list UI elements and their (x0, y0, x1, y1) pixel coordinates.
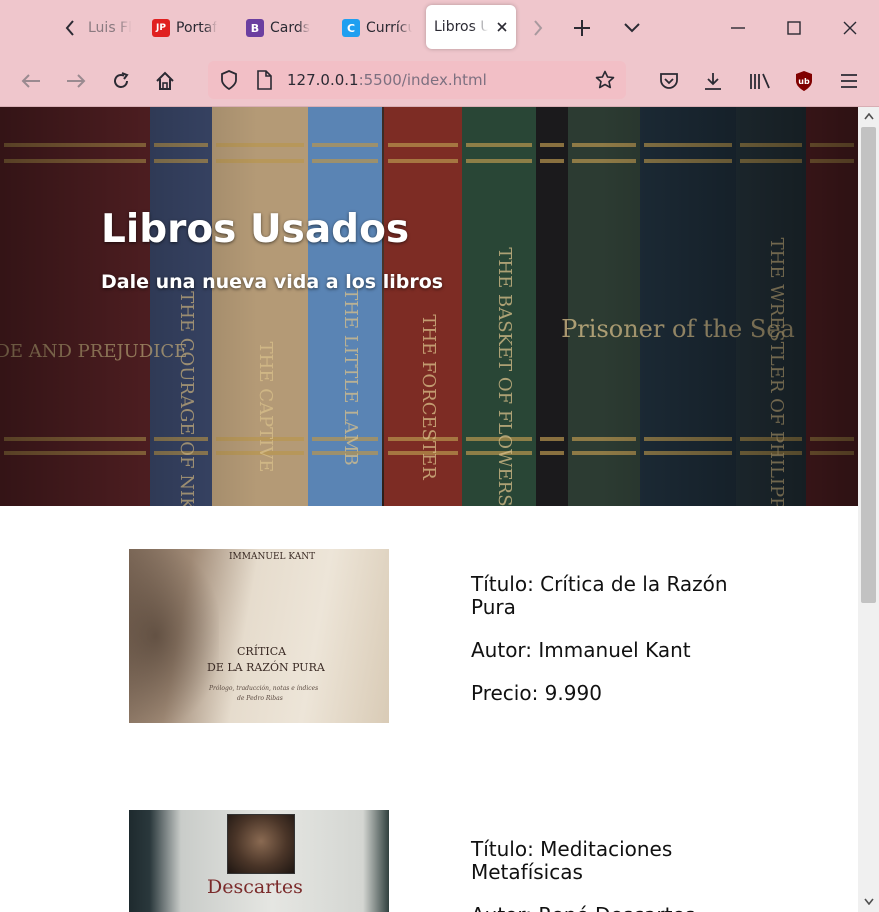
portfolio-favicon-icon: JP (152, 19, 170, 37)
back-arrow-icon (21, 74, 40, 88)
reload-icon (114, 72, 129, 88)
page-icon (257, 70, 272, 90)
maximize-icon (787, 21, 801, 35)
scroll-up-button[interactable] (862, 110, 875, 122)
tab-label: Cards (270, 20, 311, 36)
svg-text:ub: ub (798, 77, 810, 86)
bookshelf-background-image: PRIDE AND PREJUDICETHE COURAGE OF NIKATH… (0, 107, 858, 506)
app-menu-button[interactable] (837, 69, 861, 93)
cover-note-line-1: Prólogo, traducción, notas e índices (209, 685, 319, 692)
chevron-down-icon (624, 23, 640, 33)
tracking-protection-button[interactable] (218, 69, 240, 91)
close-window-button[interactable] (838, 16, 862, 40)
book-author: Autor: Immanuel Kant (471, 638, 691, 662)
scroll-down-button[interactable] (862, 895, 875, 907)
forward-arrow-icon (67, 74, 86, 88)
list-all-tabs-button[interactable] (620, 16, 644, 40)
reload-button[interactable] (109, 69, 133, 93)
cover-title-line-2: DE LA RAZÓN PURA (207, 661, 325, 674)
tab-libros-usados[interactable]: Libros U (426, 5, 516, 49)
forward-button[interactable] (64, 69, 88, 93)
hero-banner: PRIDE AND PREJUDICETHE COURAGE OF NIKATH… (0, 107, 858, 506)
tab-label: Luis Fl (88, 20, 132, 36)
page-viewport: PRIDE AND PREJUDICETHE COURAGE OF NIKATH… (0, 107, 858, 912)
hero-shade-overlay (0, 107, 858, 506)
ublock-origin-button[interactable]: ub (792, 69, 816, 93)
book-cover-image: Descartes (129, 810, 389, 912)
scroll-tabs-left-button[interactable] (58, 14, 82, 42)
tab-cards[interactable]: B Cards (238, 6, 324, 50)
url-text[interactable]: 127.0.0.1:5500/index.html (287, 71, 487, 89)
navigation-toolbar: 127.0.0.1:5500/index.html ub (0, 55, 879, 107)
tab-strip: Luis Fl JP Portaf B Cards C Currícu Libr… (0, 0, 879, 55)
library-icon (750, 73, 770, 89)
scroll-thumb[interactable] (861, 127, 876, 603)
book-title: Título: Crítica de la Razón Pura (471, 572, 728, 619)
download-icon (705, 73, 721, 90)
close-icon (843, 21, 857, 35)
book-author: Autor: René Descartes (471, 904, 761, 912)
tab-luis[interactable]: Luis Fl (80, 6, 140, 50)
book-price: Precio: 9.990 (471, 681, 602, 705)
cover-shadow (129, 549, 219, 723)
new-tab-button[interactable] (570, 16, 594, 40)
address-bar[interactable]: 127.0.0.1:5500/index.html (208, 61, 626, 99)
hero-title: Libros Usados (101, 207, 410, 252)
plus-icon (574, 20, 590, 36)
hamburger-menu-icon (841, 74, 857, 88)
minimize-icon (731, 27, 745, 29)
close-tab-icon[interactable] (496, 21, 508, 33)
home-icon (156, 71, 174, 90)
cover-author-text: Descartes (207, 876, 303, 898)
hero-subtitle: Dale una nueva vida a los libros (101, 271, 444, 293)
cover-author-text: IMMANUEL KANT (229, 552, 316, 562)
tab-portafolio[interactable]: JP Portaf (144, 6, 228, 50)
cover-title-line-1: CRÍTICA (237, 645, 287, 658)
tab-label: Libros U (434, 19, 488, 35)
star-icon (595, 70, 615, 89)
portrait-image (227, 814, 295, 874)
scroll-down-arrow-icon (863, 898, 874, 905)
home-button[interactable] (153, 69, 177, 93)
maximize-window-button[interactable] (782, 16, 806, 40)
tab-label: Currícu (366, 20, 412, 36)
scroll-up-arrow-icon (863, 112, 874, 119)
book-title: Título: Meditaciones Metafísicas (471, 837, 673, 884)
page-info-button[interactable] (253, 69, 275, 91)
book-cover-image: IMMANUEL KANT CRÍTICA DE LA RAZÓN PURA P… (129, 549, 389, 723)
ublock-shield-icon: ub (796, 71, 812, 91)
cover-note-line-2: de Pedro Ribas (237, 695, 283, 702)
downloads-button[interactable] (701, 69, 725, 93)
pocket-button[interactable] (657, 69, 681, 93)
page-scrollbar[interactable] (858, 107, 879, 912)
book-info: Título: Meditaciones Metafísicas Autor: … (471, 838, 761, 912)
scroll-tabs-right-button[interactable] (526, 14, 550, 42)
tab-label: Portaf (176, 20, 218, 36)
chevron-right-icon (534, 20, 543, 36)
back-button[interactable] (19, 69, 43, 93)
bookmark-star-button[interactable] (594, 69, 616, 91)
minimize-window-button[interactable] (726, 16, 750, 40)
url-host: 127.0.0.1 (287, 71, 359, 89)
url-path: :5500/index.html (358, 71, 487, 89)
shield-icon (221, 70, 237, 90)
tab-curriculum[interactable]: C Currícu (334, 6, 420, 50)
curriculum-favicon-icon: C (342, 19, 360, 37)
library-button[interactable] (747, 69, 773, 93)
pocket-icon (660, 73, 678, 89)
book-info: Título: Crítica de la Razón Pura Autor: … (471, 573, 761, 725)
bootstrap-favicon-icon: B (246, 19, 264, 37)
chevron-left-icon (65, 20, 74, 36)
